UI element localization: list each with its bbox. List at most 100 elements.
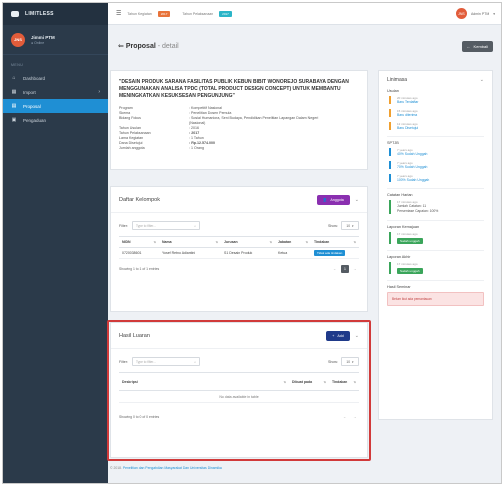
timeline-group-usulan: Usulan 20 minutes ago Baru Terdaftar 15 …	[387, 89, 484, 130]
table-info: Showing 1 to 1 of 1 entries	[119, 267, 160, 271]
divider	[387, 188, 484, 189]
card-header: Hasil Luaran + Add ⌄	[111, 323, 367, 349]
arrow-left-icon: ←	[466, 43, 471, 49]
timeline-entry: 7 years ago 40% Sudah Unggah	[387, 148, 484, 156]
user-menu[interactable]: JNS Admin PTM ▾	[455, 8, 495, 19]
menu-toggle-icon[interactable]: ☰	[116, 10, 121, 17]
action-badge[interactable]: Tidak ada tindakan	[314, 250, 346, 256]
show-label: Show:	[328, 223, 338, 228]
detail-row: Jumlah anggota: 1 Orang	[119, 146, 359, 151]
collapse-icon[interactable]: ⌄	[355, 333, 359, 339]
timeline-entry: 17 minutes ago Jumlah Catatan: 11 Persen…	[387, 200, 484, 214]
search-icon: ⌕	[194, 359, 196, 364]
sort-icon: ⇅	[283, 379, 286, 384]
brand[interactable]: LIMITLESS	[3, 3, 108, 25]
show-value: 10	[346, 359, 350, 364]
timeline-bar	[389, 122, 391, 130]
sort-icon: ⇅	[323, 379, 326, 384]
cell-jurusan: S1 Desain Produk	[224, 251, 253, 255]
column-label: Tindakan	[332, 379, 348, 384]
column-header[interactable]: Deskripsi ⇅	[119, 380, 289, 384]
timeline-bar	[389, 148, 391, 156]
sort-icon: ⇅	[353, 379, 356, 384]
column-label: Tindakan	[314, 240, 330, 244]
pagination-row: Showing 1 to 1 of 1 entries ← 1 →	[111, 259, 367, 279]
column-header[interactable]: NIDN ⇅	[119, 240, 159, 244]
timeline-bar	[389, 161, 391, 169]
add-button[interactable]: + Add	[326, 330, 350, 341]
sidebar-item-import[interactable]: ▦ Import ›	[3, 85, 108, 99]
column-label: Nama	[162, 240, 172, 244]
detail-value: : 1 Orang	[189, 146, 204, 150]
timeline-entry: 20 minutes ago Baru Terdaftar	[387, 96, 484, 104]
back-button-label: Kembali	[473, 43, 488, 49]
entry-text: Baru Disetujui	[397, 126, 419, 130]
group-title: Laporan Akhir	[387, 255, 411, 259]
column-header[interactable]: Dibuat pada ⇅	[289, 380, 329, 384]
group-title: Hasil Seminar	[387, 285, 411, 289]
plus-icon: +	[332, 333, 335, 338]
status-badge[interactable]: Sudah unggah	[397, 238, 423, 244]
sidebar-item-proposal[interactable]: ▤ Proposal	[3, 99, 108, 113]
prev-page-button[interactable]: ←	[341, 413, 349, 421]
filter-input[interactable]: Type to filter... ⌕	[131, 221, 200, 230]
timeline-group-akhir: Laporan Akhir 17 minutes ago Sudah ungga…	[387, 255, 484, 274]
filter-input[interactable]: Type to filter... ⌕	[131, 357, 200, 366]
topbar-badge-2[interactable]: 2017	[219, 10, 232, 17]
column-header[interactable]: Jabatan ⇅	[275, 240, 311, 244]
show-label: Show:	[328, 359, 338, 364]
user-name: Jimmi PTM	[31, 34, 55, 40]
brand-name: LIMITLESS	[25, 11, 54, 17]
sidebar: LIMITLESS JNS Jimmi PTM ● Online MENU ⌂ …	[3, 3, 108, 483]
detail-table: Program: Kompetitif Nasional Skema: Pene…	[119, 106, 359, 151]
column-label: Deskripsi	[122, 379, 138, 384]
sidebar-user[interactable]: JNS Jimmi PTM ● Online	[3, 25, 108, 55]
button-label: Anggota	[330, 197, 344, 202]
collapse-icon[interactable]: ⌄	[355, 197, 359, 203]
empty-table-message: No data available in table	[119, 391, 359, 403]
show-entries: Show: 10 ▾	[328, 357, 359, 366]
footer-link[interactable]: Penelitian dan Pengabdian Masyarakat Dan…	[123, 466, 222, 470]
hasil-luaran-card: Hasil Luaran + Add ⌄ Filter: Type to fil…	[110, 322, 368, 458]
show-value: 10	[346, 223, 350, 228]
entry-text: Baru diterima	[397, 113, 418, 117]
pagination: ← →	[341, 413, 359, 421]
next-page-button[interactable]: →	[351, 265, 359, 273]
doc-alert-icon: ▣	[11, 117, 17, 123]
page-button[interactable]: 1	[341, 265, 349, 273]
show-select[interactable]: 10 ▾	[341, 357, 359, 366]
sort-icon: ⇅	[305, 240, 308, 244]
entry-text: Persentase Capaian: 100%	[397, 209, 439, 213]
sidebar-item-label: Pengaduan	[23, 117, 47, 123]
divider	[387, 250, 484, 251]
collapse-icon[interactable]: ⌄	[480, 77, 484, 83]
column-header[interactable]: Tindakan ⇅	[329, 380, 359, 384]
card-title: Linimasa	[387, 77, 408, 83]
sidebar-item-label: Dashboard	[23, 75, 46, 81]
entry-text: Baru Terdaftar	[397, 100, 419, 104]
status-badge[interactable]: Sudah unggah	[397, 268, 423, 274]
column-header[interactable]: Jurusan ⇅	[221, 240, 275, 244]
timeline-entry: 7 years ago 70% Sudah Unggah	[387, 161, 484, 169]
import-icon: ▦	[11, 89, 17, 95]
next-page-button[interactable]: →	[351, 413, 359, 421]
seminar-alert: Belum ikut ada pemantauan	[387, 292, 484, 306]
sidebar-item-dashboard[interactable]: ⌂ Dashboard	[3, 71, 108, 85]
page-title: ⇐ Proposal - detail	[118, 42, 179, 50]
topbar-label-2: Tahun Pelaksanaan	[182, 11, 214, 16]
topbar-badge-1[interactable]: 2017	[157, 10, 171, 17]
entry-text: 70% Sudah Unggah	[397, 165, 428, 169]
sidebar-section-label: MENU	[11, 63, 24, 67]
back-arrow-icon[interactable]: ⇐	[118, 43, 124, 50]
column-header[interactable]: Tindakan ⇅	[311, 240, 359, 244]
show-entries: Show: 10 ▾	[328, 221, 359, 230]
add-anggota-button[interactable]: 👤 Anggota	[316, 194, 350, 205]
proposal-title: "DESAIN PRODUK SARANA FASILITAS PUBLIK K…	[119, 79, 349, 99]
column-header[interactable]: Nama ⇅	[159, 240, 221, 244]
kelompok-table: NIDN ⇅ Nama ⇅ Jurusan ⇅ Jabatan ⇅ Tindakan ⇅ …	[119, 236, 359, 259]
back-button[interactable]: ← Kembali	[461, 40, 493, 52]
sidebar-item-pengaduan[interactable]: ▣ Pengaduan	[3, 113, 108, 127]
prev-page-button[interactable]: ←	[331, 265, 339, 273]
sort-icon: ⇅	[353, 240, 356, 244]
show-select[interactable]: 10 ▾	[341, 221, 359, 230]
